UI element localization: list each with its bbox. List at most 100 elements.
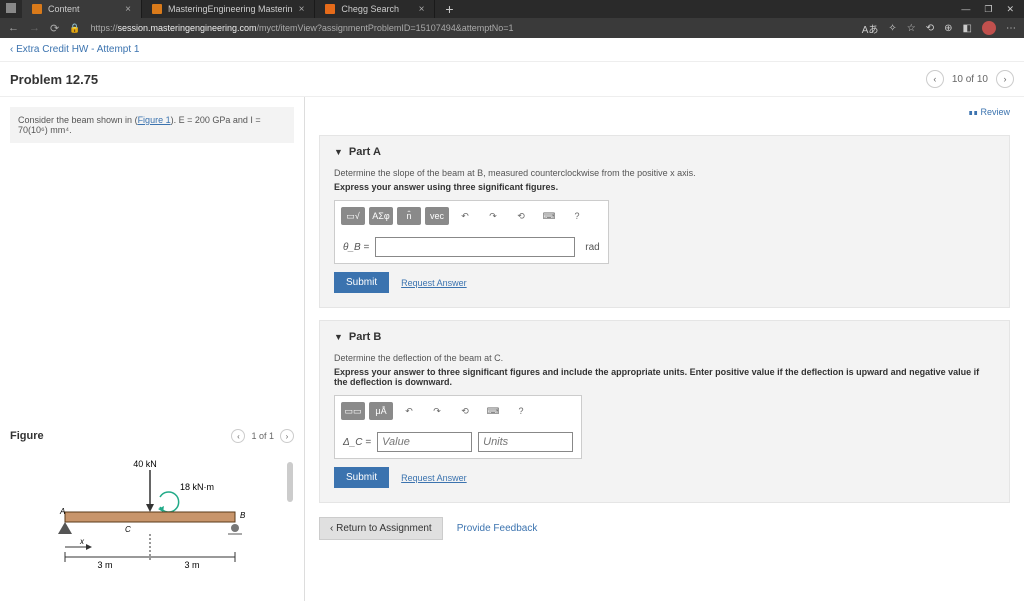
tab-favicon bbox=[152, 4, 162, 14]
browser-tab-content[interactable]: Content × bbox=[22, 0, 142, 18]
tab-favicon bbox=[325, 4, 335, 14]
svg-text:C: C bbox=[125, 525, 131, 534]
svg-text:3 m: 3 m bbox=[97, 560, 112, 570]
profile-icon[interactable] bbox=[982, 21, 996, 35]
next-problem-button[interactable]: › bbox=[996, 70, 1014, 88]
keyboard-icon[interactable]: ⌨ bbox=[481, 402, 505, 420]
more-icon[interactable]: ⋯ bbox=[1006, 23, 1016, 34]
close-icon[interactable]: × bbox=[419, 4, 425, 15]
browser-tab-bar: Content × MasteringEngineering Masterin … bbox=[0, 0, 1024, 18]
figure-next-button[interactable]: › bbox=[280, 429, 294, 443]
browser-tab-mastering[interactable]: MasteringEngineering Masterin × bbox=[142, 0, 315, 18]
tab-label: Content bbox=[48, 4, 80, 14]
part-b-value-input[interactable] bbox=[377, 432, 472, 452]
back-icon[interactable]: ← bbox=[8, 22, 19, 34]
collections-icon[interactable]: ⊕ bbox=[944, 23, 952, 34]
breadcrumb[interactable]: ‹ Extra Credit HW - Attempt 1 bbox=[0, 38, 1024, 62]
problem-header: Problem 12.75 ‹ 10 of 10 › bbox=[0, 62, 1024, 97]
review-link[interactable]: Review bbox=[319, 107, 1010, 117]
svg-text:3 m: 3 m bbox=[184, 560, 199, 570]
templates-button[interactable]: ▭√ bbox=[341, 207, 365, 225]
reader-icon[interactable]: Aあ bbox=[862, 21, 879, 36]
figure-header: Figure ‹ 1 of 1 › bbox=[10, 429, 294, 451]
part-b-box: ▼ Part B Determine the deflection of the … bbox=[319, 320, 1010, 503]
translate-icon[interactable]: ✧ bbox=[888, 23, 896, 34]
svg-text:A: A bbox=[59, 507, 65, 516]
part-b-prompt: Determine the deflection of the beam at … bbox=[334, 353, 995, 363]
close-window-icon[interactable]: ✕ bbox=[1006, 4, 1014, 15]
right-panel: Review ▼ Part A Determine the slope of th… bbox=[305, 97, 1024, 601]
left-panel: Consider the beam shown in (Figure 1). E… bbox=[0, 97, 305, 601]
provide-feedback-link[interactable]: Provide Feedback bbox=[457, 523, 538, 534]
part-b-answer-widget: ▭▭ μÅ ↶ ↷ ⟲ ⌨ ? Δ_C = bbox=[334, 395, 582, 459]
figure-area: 40 kN 18 kN·m A B C x bbox=[10, 451, 294, 591]
figure-label: Figure bbox=[10, 430, 44, 442]
help-icon[interactable]: ? bbox=[565, 207, 589, 225]
url-text[interactable]: https://session.masteringengineering.com… bbox=[90, 23, 851, 33]
part-b-instr: Express your answer to three significant… bbox=[334, 367, 995, 387]
part-a-box: ▼ Part A Determine the slope of the beam … bbox=[319, 135, 1010, 308]
maximize-icon[interactable]: ❐ bbox=[984, 4, 992, 15]
collapse-icon[interactable]: ▼ bbox=[334, 332, 343, 342]
part-a-prompt: Determine the slope of the beam at B, me… bbox=[334, 168, 995, 178]
problem-pager: ‹ 10 of 10 › bbox=[926, 70, 1014, 88]
browser-tab-chegg[interactable]: Chegg Search × bbox=[315, 0, 435, 18]
collapse-icon[interactable]: ▼ bbox=[334, 147, 343, 157]
units-button[interactable]: μÅ bbox=[369, 402, 393, 420]
close-icon[interactable]: × bbox=[299, 4, 305, 15]
part-a-answer-widget: ▭√ ΑΣφ n̂ vec ↶ ↷ ⟲ ⌨ ? θ_B = rad bbox=[334, 200, 609, 264]
beam-figure: 40 kN 18 kN·m A B C x bbox=[10, 452, 290, 582]
figure-prev-button[interactable]: ‹ bbox=[231, 429, 245, 443]
favorite-icon[interactable]: ☆ bbox=[907, 23, 916, 34]
redo-icon[interactable]: ↷ bbox=[425, 402, 449, 420]
part-title: Part A bbox=[349, 146, 381, 158]
undo-icon[interactable]: ↶ bbox=[397, 402, 421, 420]
tab-label: Chegg Search bbox=[341, 4, 399, 14]
tab-favicon bbox=[32, 4, 42, 14]
tab-label: MasteringEngineering Masterin bbox=[168, 4, 293, 14]
moment-label: 18 kN·m bbox=[180, 482, 214, 492]
figure-scrollbar[interactable] bbox=[287, 462, 293, 502]
prev-problem-button[interactable]: ‹ bbox=[926, 70, 944, 88]
symbols-button[interactable]: ΑΣφ bbox=[369, 207, 393, 225]
forward-icon[interactable]: → bbox=[29, 22, 40, 34]
keyboard-icon[interactable]: ⌨ bbox=[537, 207, 561, 225]
figure-pager-text: 1 of 1 bbox=[251, 431, 274, 441]
part-b-submit-button[interactable]: Submit bbox=[334, 467, 389, 488]
close-icon[interactable]: × bbox=[125, 4, 131, 15]
help-icon[interactable]: ? bbox=[509, 402, 533, 420]
problem-statement: Consider the beam shown in (Figure 1). E… bbox=[10, 107, 294, 143]
pager-text: 10 of 10 bbox=[952, 74, 988, 85]
vec-button[interactable]: vec bbox=[425, 207, 449, 225]
part-title: Part B bbox=[349, 331, 381, 343]
return-to-assignment-button[interactable]: ‹ Return to Assignment bbox=[319, 517, 443, 540]
refresh-icon[interactable]: ⟳ bbox=[50, 22, 59, 35]
svg-text:x: x bbox=[79, 537, 85, 546]
part-a-request-answer-link[interactable]: Request Answer bbox=[401, 278, 467, 288]
variable-label: θ_B = bbox=[343, 242, 369, 253]
reset-icon[interactable]: ⟲ bbox=[453, 402, 477, 420]
templates-button[interactable]: ▭▭ bbox=[341, 402, 365, 420]
extension-icon[interactable]: ◧ bbox=[963, 23, 972, 34]
figure-link[interactable]: Figure 1 bbox=[138, 115, 171, 125]
new-tab-button[interactable]: + bbox=[435, 0, 463, 18]
hat-button[interactable]: n̂ bbox=[397, 207, 421, 225]
unit-label: rad bbox=[585, 242, 599, 253]
url-bar: ← → ⟳ 🔒 https://session.masteringenginee… bbox=[0, 18, 1024, 38]
variable-label: Δ_C = bbox=[343, 437, 371, 448]
undo-icon[interactable]: ↶ bbox=[453, 207, 477, 225]
part-a-answer-input[interactable] bbox=[375, 237, 575, 257]
part-b-request-answer-link[interactable]: Request Answer bbox=[401, 473, 467, 483]
part-a-instr: Express your answer using three signific… bbox=[334, 182, 995, 192]
part-b-units-input[interactable] bbox=[478, 432, 573, 452]
svg-text:B: B bbox=[240, 511, 246, 520]
lock-icon: 🔒 bbox=[69, 23, 80, 34]
redo-icon[interactable]: ↷ bbox=[481, 207, 505, 225]
minimize-icon[interactable]: — bbox=[961, 4, 970, 14]
part-a-submit-button[interactable]: Submit bbox=[334, 272, 389, 293]
app-icon bbox=[6, 3, 16, 13]
sync-icon[interactable]: ⟲ bbox=[926, 23, 934, 34]
reset-icon[interactable]: ⟲ bbox=[509, 207, 533, 225]
page-title: Problem 12.75 bbox=[10, 72, 98, 87]
force-label: 40 kN bbox=[133, 459, 157, 469]
